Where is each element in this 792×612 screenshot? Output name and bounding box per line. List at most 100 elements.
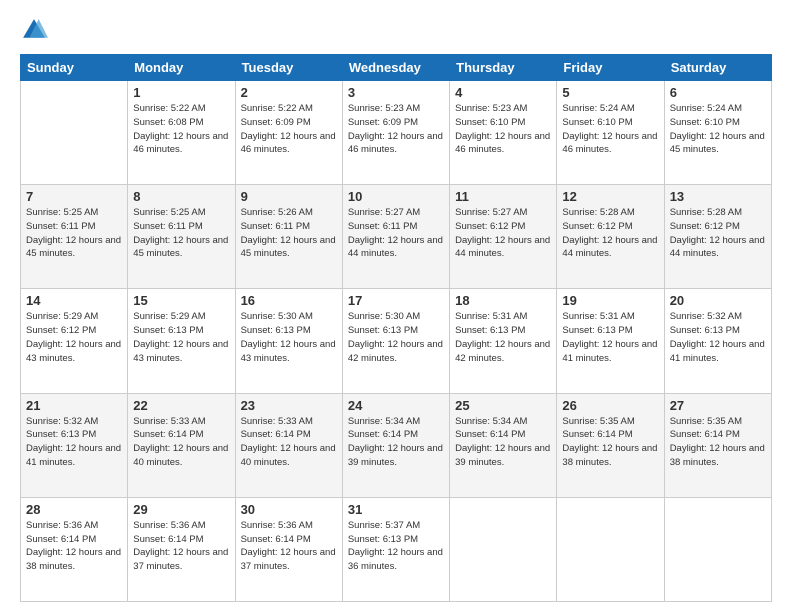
day-number: 9 <box>241 189 337 204</box>
day-number: 27 <box>670 398 766 413</box>
calendar-cell: 13 Sunrise: 5:28 AM Sunset: 6:12 PM Dayli… <box>664 185 771 289</box>
day-info: Sunrise: 5:34 AM Sunset: 6:14 PM Dayligh… <box>455 415 551 470</box>
day-info: Sunrise: 5:36 AM Sunset: 6:14 PM Dayligh… <box>26 519 122 574</box>
logo <box>20 16 52 44</box>
day-info: Sunrise: 5:25 AM Sunset: 6:11 PM Dayligh… <box>133 206 229 261</box>
calendar-cell: 25 Sunrise: 5:34 AM Sunset: 6:14 PM Dayli… <box>450 393 557 497</box>
calendar-cell: 10 Sunrise: 5:27 AM Sunset: 6:11 PM Dayli… <box>342 185 449 289</box>
day-info: Sunrise: 5:35 AM Sunset: 6:14 PM Dayligh… <box>670 415 766 470</box>
day-number: 28 <box>26 502 122 517</box>
day-number: 10 <box>348 189 444 204</box>
calendar-cell: 29 Sunrise: 5:36 AM Sunset: 6:14 PM Dayli… <box>128 497 235 601</box>
calendar-cell: 12 Sunrise: 5:28 AM Sunset: 6:12 PM Dayli… <box>557 185 664 289</box>
day-number: 24 <box>348 398 444 413</box>
calendar-cell: 17 Sunrise: 5:30 AM Sunset: 6:13 PM Dayli… <box>342 289 449 393</box>
day-info: Sunrise: 5:22 AM Sunset: 6:08 PM Dayligh… <box>133 102 229 157</box>
calendar-cell: 1Sunrise: 5:22 AM Sunset: 6:08 PM Daylig… <box>128 81 235 185</box>
calendar-cell: 2 Sunrise: 5:22 AM Sunset: 6:09 PM Daylig… <box>235 81 342 185</box>
day-number: 7 <box>26 189 122 204</box>
calendar-cell: 9 Sunrise: 5:26 AM Sunset: 6:11 PM Daylig… <box>235 185 342 289</box>
day-number: 4 <box>455 85 551 100</box>
day-info: Sunrise: 5:31 AM Sunset: 6:13 PM Dayligh… <box>455 310 551 365</box>
day-info: Sunrise: 5:30 AM Sunset: 6:13 PM Dayligh… <box>348 310 444 365</box>
day-number: 2 <box>241 85 337 100</box>
day-info: Sunrise: 5:28 AM Sunset: 6:12 PM Dayligh… <box>562 206 658 261</box>
header-saturday: Saturday <box>664 55 771 81</box>
day-info: Sunrise: 5:25 AM Sunset: 6:11 PM Dayligh… <box>26 206 122 261</box>
header-monday: Monday <box>128 55 235 81</box>
day-info: Sunrise: 5:30 AM Sunset: 6:13 PM Dayligh… <box>241 310 337 365</box>
logo-icon <box>20 16 48 44</box>
day-number: 29 <box>133 502 229 517</box>
day-number: 31 <box>348 502 444 517</box>
day-number: 20 <box>670 293 766 308</box>
day-number: 15 <box>133 293 229 308</box>
day-info: Sunrise: 5:29 AM Sunset: 6:13 PM Dayligh… <box>133 310 229 365</box>
day-info: Sunrise: 5:33 AM Sunset: 6:14 PM Dayligh… <box>241 415 337 470</box>
calendar-week-1: 1Sunrise: 5:22 AM Sunset: 6:08 PM Daylig… <box>21 81 772 185</box>
calendar-cell: 8 Sunrise: 5:25 AM Sunset: 6:11 PM Daylig… <box>128 185 235 289</box>
calendar-week-2: 7 Sunrise: 5:25 AM Sunset: 6:11 PM Daylig… <box>21 185 772 289</box>
calendar-cell: 26 Sunrise: 5:35 AM Sunset: 6:14 PM Dayli… <box>557 393 664 497</box>
day-number: 17 <box>348 293 444 308</box>
day-number: 19 <box>562 293 658 308</box>
calendar-cell: 11 Sunrise: 5:27 AM Sunset: 6:12 PM Dayli… <box>450 185 557 289</box>
day-info: Sunrise: 5:24 AM Sunset: 6:10 PM Dayligh… <box>562 102 658 157</box>
calendar-cell: 24 Sunrise: 5:34 AM Sunset: 6:14 PM Dayli… <box>342 393 449 497</box>
calendar-cell: 28 Sunrise: 5:36 AM Sunset: 6:14 PM Dayli… <box>21 497 128 601</box>
day-info: Sunrise: 5:27 AM Sunset: 6:11 PM Dayligh… <box>348 206 444 261</box>
calendar-cell: 7 Sunrise: 5:25 AM Sunset: 6:11 PM Daylig… <box>21 185 128 289</box>
calendar-cell <box>450 497 557 601</box>
day-number: 23 <box>241 398 337 413</box>
day-number: 25 <box>455 398 551 413</box>
calendar-cell: 23 Sunrise: 5:33 AM Sunset: 6:14 PM Dayli… <box>235 393 342 497</box>
day-info: Sunrise: 5:33 AM Sunset: 6:14 PM Dayligh… <box>133 415 229 470</box>
day-number: 21 <box>26 398 122 413</box>
day-number: 22 <box>133 398 229 413</box>
day-info: Sunrise: 5:22 AM Sunset: 6:09 PM Dayligh… <box>241 102 337 157</box>
day-info: Sunrise: 5:31 AM Sunset: 6:13 PM Dayligh… <box>562 310 658 365</box>
calendar-cell: 15 Sunrise: 5:29 AM Sunset: 6:13 PM Dayli… <box>128 289 235 393</box>
day-number: 6 <box>670 85 766 100</box>
day-number: 12 <box>562 189 658 204</box>
day-info: Sunrise: 5:23 AM Sunset: 6:10 PM Dayligh… <box>455 102 551 157</box>
calendar-cell <box>557 497 664 601</box>
day-info: Sunrise: 5:26 AM Sunset: 6:11 PM Dayligh… <box>241 206 337 261</box>
calendar-cell: 27 Sunrise: 5:35 AM Sunset: 6:14 PM Dayli… <box>664 393 771 497</box>
calendar-cell: 22 Sunrise: 5:33 AM Sunset: 6:14 PM Dayli… <box>128 393 235 497</box>
calendar-cell: 6 Sunrise: 5:24 AM Sunset: 6:10 PM Daylig… <box>664 81 771 185</box>
day-info: Sunrise: 5:24 AM Sunset: 6:10 PM Dayligh… <box>670 102 766 157</box>
calendar-cell: 18 Sunrise: 5:31 AM Sunset: 6:13 PM Dayli… <box>450 289 557 393</box>
header-thursday: Thursday <box>450 55 557 81</box>
calendar-week-4: 21Sunrise: 5:32 AM Sunset: 6:13 PM Dayli… <box>21 393 772 497</box>
day-number: 13 <box>670 189 766 204</box>
calendar-cell: 14 Sunrise: 5:29 AM Sunset: 6:12 PM Dayli… <box>21 289 128 393</box>
calendar-week-3: 14 Sunrise: 5:29 AM Sunset: 6:12 PM Dayli… <box>21 289 772 393</box>
day-number: 14 <box>26 293 122 308</box>
header-tuesday: Tuesday <box>235 55 342 81</box>
calendar-week-5: 28 Sunrise: 5:36 AM Sunset: 6:14 PM Dayli… <box>21 497 772 601</box>
header <box>20 16 772 44</box>
day-info: Sunrise: 5:27 AM Sunset: 6:12 PM Dayligh… <box>455 206 551 261</box>
calendar-cell <box>664 497 771 601</box>
header-wednesday: Wednesday <box>342 55 449 81</box>
calendar-cell: 3 Sunrise: 5:23 AM Sunset: 6:09 PM Daylig… <box>342 81 449 185</box>
day-number: 8 <box>133 189 229 204</box>
day-info: Sunrise: 5:36 AM Sunset: 6:14 PM Dayligh… <box>241 519 337 574</box>
day-info: Sunrise: 5:29 AM Sunset: 6:12 PM Dayligh… <box>26 310 122 365</box>
day-number: 16 <box>241 293 337 308</box>
calendar-cell: 30 Sunrise: 5:36 AM Sunset: 6:14 PM Dayli… <box>235 497 342 601</box>
day-info: Sunrise: 5:35 AM Sunset: 6:14 PM Dayligh… <box>562 415 658 470</box>
header-friday: Friday <box>557 55 664 81</box>
day-number: 18 <box>455 293 551 308</box>
day-info: Sunrise: 5:34 AM Sunset: 6:14 PM Dayligh… <box>348 415 444 470</box>
day-number: 11 <box>455 189 551 204</box>
day-number: 30 <box>241 502 337 517</box>
day-info: Sunrise: 5:23 AM Sunset: 6:09 PM Dayligh… <box>348 102 444 157</box>
day-info: Sunrise: 5:36 AM Sunset: 6:14 PM Dayligh… <box>133 519 229 574</box>
day-number: 3 <box>348 85 444 100</box>
day-number: 26 <box>562 398 658 413</box>
day-info: Sunrise: 5:28 AM Sunset: 6:12 PM Dayligh… <box>670 206 766 261</box>
day-info: Sunrise: 5:32 AM Sunset: 6:13 PM Dayligh… <box>670 310 766 365</box>
calendar-cell: 20 Sunrise: 5:32 AM Sunset: 6:13 PM Dayli… <box>664 289 771 393</box>
